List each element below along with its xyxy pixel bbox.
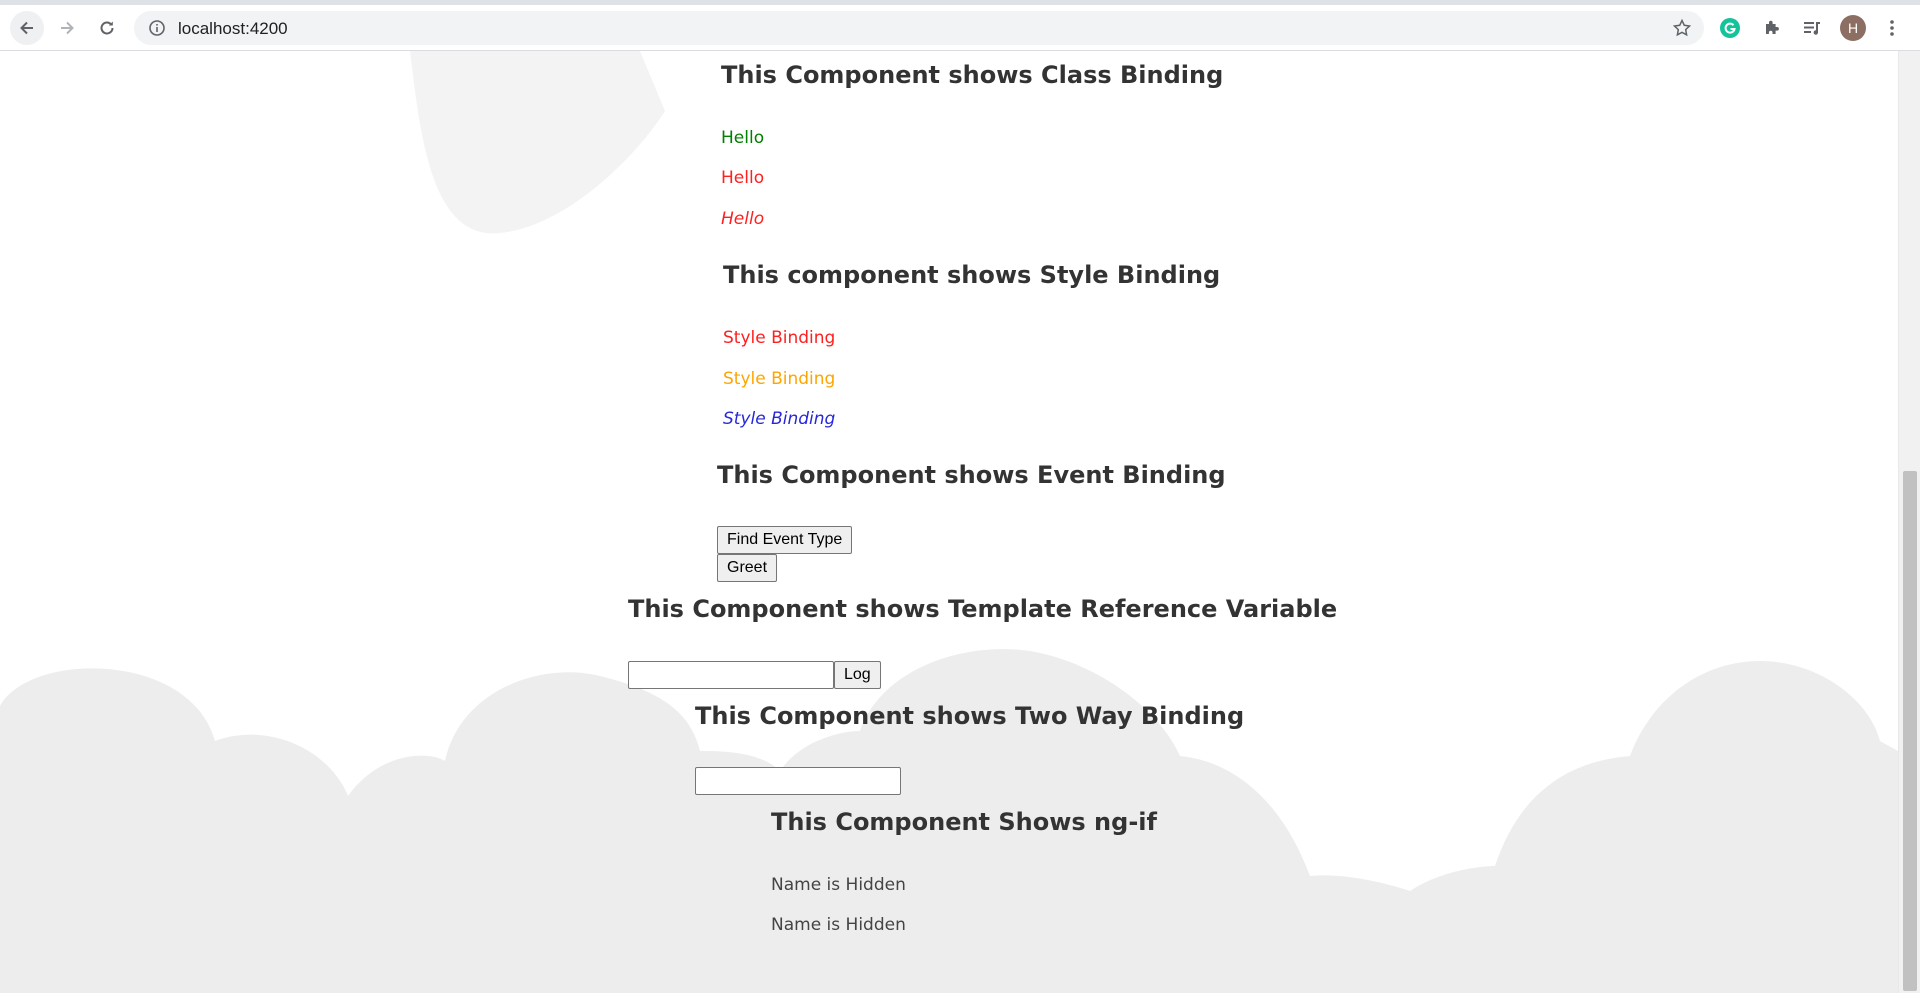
page-viewport: This Component shows Class Binding Hello…	[0, 51, 1898, 993]
kebab-menu-icon	[1890, 20, 1894, 36]
template-ref-heading: This Component shows Template Reference …	[628, 595, 1338, 623]
extensions-button[interactable]	[1760, 16, 1784, 40]
profile-avatar[interactable]: H	[1840, 15, 1866, 41]
media-control-button[interactable]	[1800, 16, 1824, 40]
event-binding-component: This Component shows Event Binding	[717, 461, 1226, 489]
url-text[interactable]: localhost:4200	[178, 19, 288, 39]
style-binding-red: Style Binding	[723, 328, 836, 348]
reload-button[interactable]	[90, 11, 124, 45]
background-clouds	[0, 51, 1898, 993]
find-event-type-button[interactable]: Find Event Type	[717, 526, 853, 554]
forward-button[interactable]	[50, 11, 84, 45]
grammarly-icon	[1720, 18, 1740, 38]
puzzle-icon	[1766, 20, 1779, 34]
two-way-binding-input[interactable]	[695, 767, 901, 795]
greet-button[interactable]: Greet	[717, 554, 778, 582]
style-binding-heading: This component shows Style Binding	[723, 261, 1221, 289]
grammarly-extension[interactable]	[1718, 16, 1742, 40]
page-scrollbar[interactable]	[1898, 51, 1920, 993]
log-button[interactable]: Log	[834, 661, 881, 689]
reload-icon	[100, 21, 114, 35]
two-way-binding-heading: This Component shows Two Way Binding	[695, 702, 1245, 730]
address-bar[interactable]: localhost:4200	[134, 11, 1704, 45]
class-binding-component: This Component shows Class Binding	[721, 61, 1223, 89]
info-icon[interactable]	[148, 19, 166, 37]
browser-menu-button[interactable]	[1880, 16, 1904, 40]
ng-if-component: This Component Shows ng-if	[771, 808, 1157, 836]
ng-if-message: Name is Hidden	[771, 915, 906, 935]
event-binding-heading: This Component shows Event Binding	[717, 461, 1226, 489]
arrow-left-icon	[20, 21, 33, 35]
class-binding-heading: This Component shows Class Binding	[721, 61, 1224, 89]
star-icon[interactable]	[1672, 18, 1692, 38]
scrollbar-thumb[interactable]	[1903, 471, 1917, 991]
style-binding-orange: Style Binding	[723, 369, 836, 389]
two-way-binding-component: This Component shows Two Way Binding	[695, 702, 1244, 730]
ng-if-message: Name is Hidden	[771, 875, 906, 895]
arrow-right-icon	[61, 21, 74, 35]
class-binding-hello-red: Hello	[721, 168, 765, 188]
ng-if-heading: This Component Shows ng-if	[771, 808, 1157, 836]
class-binding-hello-italic: Hello	[721, 209, 765, 229]
class-binding-hello-green: Hello	[721, 128, 765, 148]
back-button[interactable]	[10, 11, 44, 45]
style-binding-blue-italic: Style Binding	[723, 409, 836, 429]
template-ref-component: This Component shows Template Reference …	[628, 595, 1337, 623]
style-binding-component: This component shows Style Binding	[723, 261, 1220, 289]
media-queue-icon	[1804, 22, 1820, 35]
template-ref-input[interactable]	[628, 661, 834, 689]
browser-toolbar: localhost:4200 H	[0, 5, 1920, 51]
